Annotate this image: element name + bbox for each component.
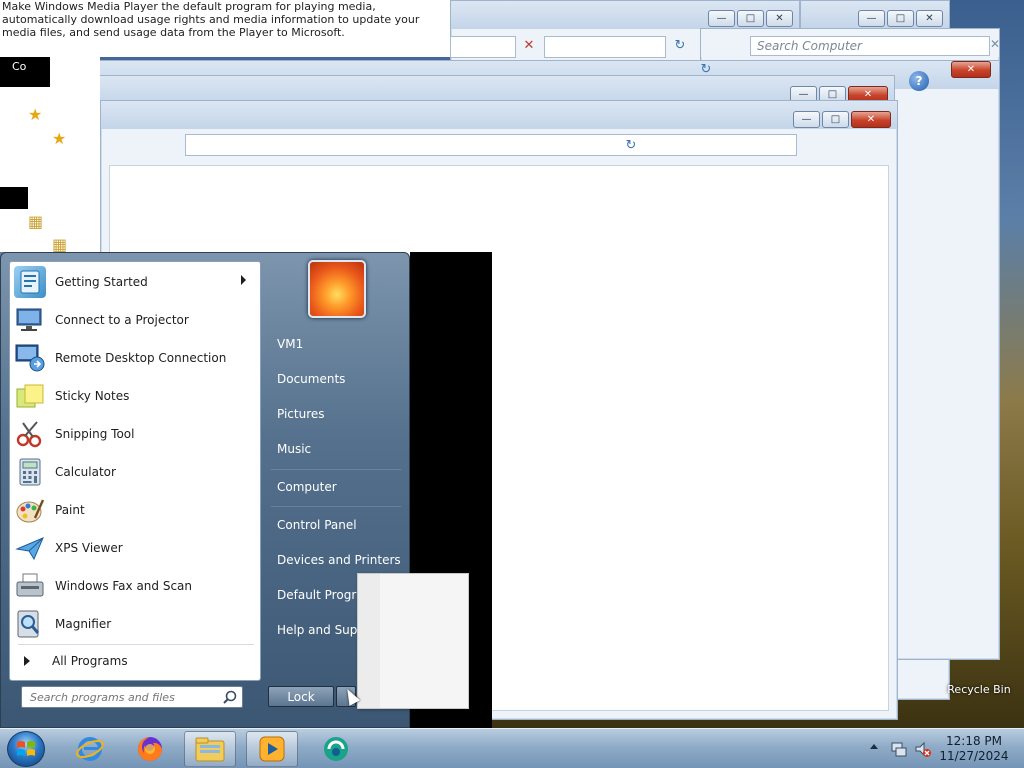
internet-explorer-icon [76,737,104,761]
projector-icon [14,304,46,336]
programs-pane: Getting Started Connect to a Projector R… [9,261,261,681]
separator [271,469,401,470]
search-icon[interactable] [222,689,238,705]
taskbar-app[interactable] [310,731,362,767]
start-right-documents[interactable]: Documents [267,365,407,393]
start-right-computer[interactable]: Computer [267,473,407,501]
all-programs-arrow-icon [24,656,30,666]
refresh-icon[interactable]: ↻ [622,138,640,156]
firefox-icon [138,737,162,761]
user-picture-avatar[interactable] [308,260,366,318]
fax-scan-icon [14,570,46,602]
start-right-pictures[interactable]: Pictures [267,400,407,428]
program-label: Magnifier [55,617,112,631]
close-button[interactable]: ✕ [951,61,991,78]
snipping-tool-icon [14,418,46,450]
close-button[interactable]: ✕ [766,10,793,27]
remote-desktop-icon [14,342,46,374]
paint-icon [14,494,46,526]
system-clock[interactable]: 12:18 PM 11/27/2024 [936,734,1012,764]
magnifier-icon [14,608,46,640]
taskbar-media-player[interactable] [246,731,298,767]
start-menu: Getting Started Connect to a Projector R… [0,252,410,728]
start-right-music[interactable]: Music [267,435,407,463]
start-right-control-panel[interactable]: Control Panel [267,511,407,539]
close-button[interactable]: ✕ [916,10,943,27]
taskbar-file-explorer[interactable] [184,731,236,767]
start-search-input[interactable] [22,687,218,707]
program-sticky-notes[interactable]: Sticky Notes [12,378,258,414]
refresh-icon[interactable]: ↻ [697,62,715,80]
program-magnifier[interactable]: Magnifier [12,606,258,642]
windows-logo-icon [17,741,35,756]
help-icon[interactable]: ? [909,71,929,91]
separator [271,506,401,507]
address-bar-top-2[interactable] [544,36,666,58]
program-snipping-tool[interactable]: Snipping Tool [12,416,258,452]
start-search-box[interactable] [21,686,243,708]
program-xps-viewer[interactable]: XPS Viewer [12,530,258,566]
computer-label: Co [12,60,27,73]
program-getting-started[interactable]: Getting Started [12,264,258,300]
calculator-icon [14,456,46,488]
program-label: Connect to a Projector [55,313,189,327]
favorites-star-icon: ★ [52,129,67,148]
media-player-icon [259,736,285,762]
volume-muted-icon[interactable] [914,740,932,758]
maximize-button[interactable]: □ [822,111,849,128]
program-remote-desktop[interactable]: Remote Desktop Connection [12,340,258,376]
program-label: XPS Viewer [55,541,123,555]
program-label: Calculator [55,465,116,479]
submenu-arrow-icon[interactable] [241,275,246,285]
address-bar[interactable] [185,134,797,156]
program-calculator[interactable]: Calculator [12,454,258,490]
program-label: Snipping Tool [55,427,135,441]
start-right-devices-printers[interactable]: Devices and Printers [267,546,407,574]
program-connect-projector[interactable]: Connect to a Projector [12,302,258,338]
explorer-nav-sliver: Co ★ ★ ▦ ▦ [0,57,100,254]
all-programs-label: All Programs [52,654,128,668]
program-label: Paint [55,503,85,517]
program-label: Getting Started [55,275,148,289]
close-button[interactable]: ✕ [851,111,891,128]
clock-time: 12:18 PM [946,734,1002,748]
app-icon [324,737,348,761]
all-programs-button[interactable]: All Programs [20,650,256,672]
address-bar-top[interactable] [450,36,516,58]
program-label: Windows Fax and Scan [55,579,193,593]
clock-date: 11/27/2024 [939,749,1009,763]
library-icon: ▦ [28,212,44,231]
minimize-button[interactable]: — [858,10,885,27]
xps-viewer-icon [14,532,46,564]
taskbar-firefox[interactable] [124,731,176,767]
recycle-bin-label[interactable]: Recycle Bin [944,683,1014,696]
getting-started-icon [14,266,46,298]
program-paint[interactable]: Paint [12,492,258,528]
maximize-button[interactable]: □ [737,10,764,27]
start-right-vm1[interactable]: VM1 [267,330,407,358]
favorites-star-icon: ★ [28,105,43,124]
search-computer-input[interactable]: Search Computer [750,36,990,56]
taskbar-internet-explorer[interactable] [64,731,116,767]
shutdown-options-flyout [357,573,469,709]
network-icon[interactable] [890,740,908,758]
minimize-button[interactable]: — [793,111,820,128]
stop-icon[interactable]: ✕ [520,38,538,56]
taskbar: 12:18 PM 11/27/2024 [0,728,1024,768]
minimize-button[interactable]: — [708,10,735,27]
separator [18,644,254,645]
show-hidden-icons-icon[interactable] [870,744,878,749]
refresh-icon[interactable]: ↻ [671,38,689,56]
lock-button[interactable]: Lock [268,686,334,707]
program-label: Remote Desktop Connection [55,351,227,365]
media-player-tooltip: Make Windows Media Player the default pr… [0,0,450,57]
maximize-button[interactable]: □ [887,10,914,27]
start-button[interactable] [7,731,45,767]
program-label: Sticky Notes [55,389,130,403]
clear-search-icon[interactable]: ✕ [986,37,1004,55]
program-fax-scan[interactable]: Windows Fax and Scan [12,568,258,604]
file-explorer-icon [195,737,225,762]
sticky-notes-icon [14,380,46,412]
